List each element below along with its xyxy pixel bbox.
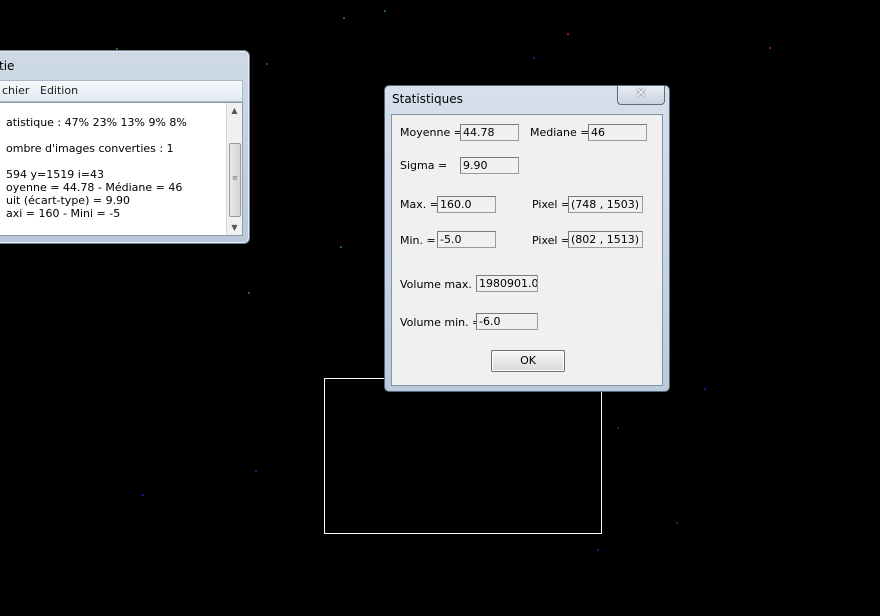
vertical-scrollbar[interactable]: ▲ ≡ ▼: [226, 103, 242, 235]
max-pixel-field[interactable]: (748 , 1503): [568, 196, 643, 213]
report-line: atistique : 47% 23% 13% 9% 8%: [6, 116, 187, 129]
mean-field[interactable]: 44.78: [460, 124, 519, 141]
star: [266, 63, 268, 65]
scroll-down-icon[interactable]: ▼: [227, 220, 242, 235]
star: [343, 17, 345, 19]
volume-max-label: Volume max. =: [400, 278, 485, 291]
star: [384, 10, 386, 12]
dialog-client-area: Moyenne = 44.78 Mediane = 46 Sigma = 9.9…: [391, 114, 663, 386]
volume-min-field[interactable]: -6.0: [476, 313, 538, 330]
grip-icon: ≡: [232, 174, 238, 182]
max-label: Max. =: [400, 198, 439, 211]
min-pixel-field[interactable]: (802 , 1513): [568, 231, 643, 248]
sigma-field[interactable]: 9.90: [460, 157, 519, 174]
menu-edition[interactable]: Edition: [40, 84, 78, 97]
median-field[interactable]: 46: [588, 124, 647, 141]
sigma-label: Sigma =: [400, 159, 448, 172]
star: [676, 522, 678, 524]
star: [533, 57, 535, 59]
star: [567, 33, 569, 35]
report-line: ombre d'images converties : 1: [6, 142, 174, 155]
mean-label: Moyenne =: [400, 126, 463, 139]
star: [248, 292, 250, 294]
star: [340, 246, 342, 248]
report-line: 594 y=1519 i=43: [6, 168, 104, 181]
report-window[interactable]: tie chier Edition atistique : 47% 23% 13…: [0, 50, 250, 244]
min-pixel-label: Pixel =: [532, 234, 571, 247]
report-text-area[interactable]: atistique : 47% 23% 13% 9% 8% ombre d'im…: [0, 102, 243, 236]
star: [617, 427, 619, 429]
star: [142, 494, 144, 496]
star: [769, 47, 771, 49]
star: [597, 549, 599, 551]
volume-min-label: Volume min. =: [400, 316, 482, 329]
selection-rectangle[interactable]: [324, 378, 602, 534]
close-button[interactable]: ✕: [617, 85, 665, 105]
median-label: Mediane =: [530, 126, 590, 139]
scroll-thumb[interactable]: ≡: [229, 143, 241, 217]
report-window-title: tie: [0, 59, 15, 73]
max-field[interactable]: 160.0: [437, 196, 496, 213]
report-line: uit (écart-type) = 9.90: [6, 194, 131, 207]
menu-fichier[interactable]: chier: [2, 84, 29, 97]
menu-bar: chier Edition: [0, 80, 243, 102]
min-label: Min. =: [400, 234, 436, 247]
report-line: oyenne = 44.78 - Médiane = 46: [6, 181, 183, 194]
report-line: axi = 160 - Mini = -5: [6, 207, 121, 220]
ok-button[interactable]: OK: [491, 350, 565, 372]
close-icon: ✕: [635, 86, 647, 101]
dialog-title: Statistiques: [392, 92, 463, 106]
volume-max-field[interactable]: 1980901.0: [476, 275, 538, 292]
min-field[interactable]: -5.0: [437, 231, 496, 248]
star: [704, 388, 706, 390]
star: [255, 470, 257, 472]
scroll-up-icon[interactable]: ▲: [227, 103, 242, 118]
max-pixel-label: Pixel =: [532, 198, 571, 211]
statistics-dialog[interactable]: Statistiques ✕ Moyenne = 44.78 Mediane =…: [384, 85, 670, 392]
